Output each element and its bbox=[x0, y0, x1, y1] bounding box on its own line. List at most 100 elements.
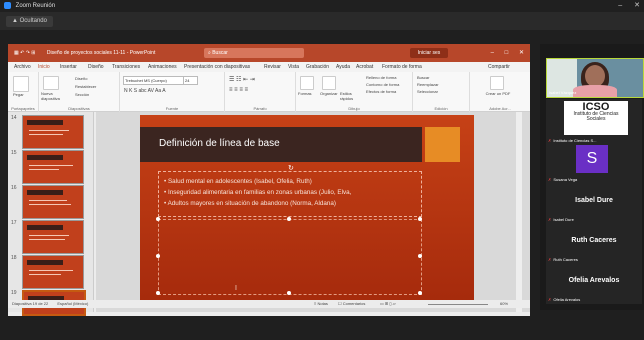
ppt-status-bar: Diapositiva 19 de 22 Español (México) ≡ … bbox=[8, 300, 530, 308]
slide-thumbnail-pane: 14 15 16 17 18 19 bbox=[8, 112, 94, 316]
resize-handle[interactable] bbox=[156, 217, 160, 221]
resize-handle[interactable] bbox=[418, 291, 422, 295]
tab-archivo[interactable]: Archivo bbox=[14, 62, 31, 72]
muted-mic-icon: ✗ bbox=[548, 217, 552, 222]
thumb-number: 14 bbox=[11, 115, 17, 121]
list-buttons[interactable]: ☰ ☷ ⇤ ⇥ bbox=[229, 76, 255, 83]
paste-icon[interactable] bbox=[13, 76, 29, 92]
tab-compartir[interactable]: Compartir bbox=[488, 62, 510, 72]
tab-insertar[interactable]: Insertar bbox=[60, 62, 77, 72]
tab-presentacion[interactable]: Presentación con diapositivas bbox=[184, 62, 250, 72]
tab-acrobat[interactable]: Acrobat bbox=[356, 62, 373, 72]
slide-title-box[interactable]: Definición de línea de base bbox=[140, 127, 422, 162]
vertical-scrollbar[interactable] bbox=[516, 112, 522, 312]
minimize-button[interactable]: – bbox=[618, 2, 622, 9]
font-size-select[interactable]: 24 bbox=[183, 76, 198, 85]
participant-video-tile[interactable]: Isabel Vázquez bbox=[546, 58, 644, 98]
find-button[interactable]: Buscar bbox=[417, 75, 429, 80]
participant-tile[interactable]: Ofelia Arevalos ✗ Ofelia Arevalos bbox=[546, 264, 642, 304]
shapes-label[interactable]: Formas bbox=[298, 91, 312, 96]
new-slide-label[interactable]: Nueva diapositiva bbox=[41, 91, 69, 101]
section-button[interactable]: Sección bbox=[75, 92, 89, 97]
participant-panel: Isabel Vázquez ICSO Instituto de Ciencias… bbox=[540, 44, 644, 310]
participant-nametag: ✗ Ruth Caceres bbox=[548, 257, 578, 262]
ppt-close-icon[interactable]: ✕ bbox=[519, 50, 524, 56]
current-slide[interactable]: Definición de línea de base ↻ • Salud me… bbox=[140, 115, 474, 305]
tab-formato-forma[interactable]: Formato de forma bbox=[382, 62, 422, 72]
create-pdf-label[interactable]: Crear un PDF bbox=[484, 91, 512, 96]
outline-button[interactable]: Contorno de forma bbox=[366, 82, 399, 87]
selected-shape-outline[interactable] bbox=[158, 219, 422, 295]
group-label-paragraph: Párrafo bbox=[253, 106, 267, 111]
font-format-buttons[interactable]: N K S abc AV Aa A bbox=[124, 88, 166, 94]
sharing-status-pill[interactable]: ▲ Ocultando bbox=[6, 16, 53, 27]
group-label-acrobat: Adobe Acr... bbox=[489, 106, 511, 111]
sharing-label: Ocultando bbox=[19, 18, 47, 24]
bullet-text: Adultos mayores en situación de abandono… bbox=[167, 200, 336, 207]
slide-thumbnail[interactable] bbox=[22, 150, 84, 184]
thumb-number: 18 bbox=[11, 255, 17, 261]
select-button[interactable]: Seleccionar bbox=[417, 89, 438, 94]
quick-styles-label[interactable]: Estilos rápidos bbox=[340, 91, 360, 101]
slide-thumbnail[interactable] bbox=[22, 220, 84, 254]
slide-canvas: Definición de línea de base ↻ • Salud me… bbox=[96, 112, 530, 312]
slide-thumbnail[interactable] bbox=[22, 115, 84, 149]
slide-thumbnail[interactable] bbox=[22, 185, 84, 219]
quick-access-icons[interactable]: ▦ ↶ ↷ ⊞ bbox=[14, 50, 35, 56]
group-editing: Buscar Reemplazar Seleccionar Edición bbox=[413, 72, 470, 112]
thumb-number: 15 bbox=[11, 150, 17, 156]
ribbon: Pegar Portapapeles Nueva diapositiva Dis… bbox=[8, 72, 530, 112]
layout-button[interactable]: Diseño bbox=[75, 76, 87, 81]
shapes-icon[interactable] bbox=[300, 76, 314, 90]
resize-handle[interactable] bbox=[156, 254, 160, 258]
language-indicator[interactable]: Español (México) bbox=[57, 301, 88, 306]
new-slide-icon[interactable] bbox=[43, 76, 59, 90]
participant-nametag: ✗ Instituto de Ciencias S... bbox=[548, 138, 597, 143]
arrange-label[interactable]: Organizar bbox=[320, 91, 338, 96]
reset-button[interactable]: Restablecer bbox=[75, 84, 96, 89]
ppt-search-box[interactable]: ⌕ Buscar bbox=[204, 48, 304, 58]
close-button[interactable]: ✕ bbox=[634, 2, 640, 9]
resize-handle[interactable] bbox=[418, 217, 422, 221]
bullet-item: • Salud mental en adolescentes (Isabel, … bbox=[164, 178, 312, 185]
align-buttons[interactable]: ≡ ≡ ≡ ≡ bbox=[229, 87, 248, 93]
fill-button[interactable]: Relleno de forma bbox=[366, 75, 396, 80]
thumb-number: 16 bbox=[11, 185, 17, 191]
tab-grabacion[interactable]: Grabación bbox=[306, 62, 329, 72]
participant-tile[interactable]: Ruth Caceres ✗ Ruth Caceres bbox=[546, 224, 642, 264]
icso-logo: ICSO Instituto de Ciencias Sociales bbox=[564, 101, 628, 135]
pdf-icon[interactable] bbox=[490, 76, 504, 90]
zoom-logo-icon bbox=[4, 2, 11, 9]
effects-button[interactable]: Efectos de forma bbox=[366, 89, 396, 94]
participant-name: Isabel Vázquez bbox=[549, 90, 577, 95]
tab-diseno[interactable]: Diseño bbox=[88, 62, 104, 72]
resize-handle[interactable] bbox=[156, 291, 160, 295]
ppt-user-button[interactable]: Iniciar ses bbox=[410, 48, 448, 58]
tab-animaciones[interactable]: Animaciones bbox=[148, 62, 177, 72]
group-label-editing: Edición bbox=[434, 106, 448, 111]
resize-handle[interactable] bbox=[287, 217, 291, 221]
ppt-maximize-icon[interactable]: □ bbox=[505, 50, 509, 56]
font-name-select[interactable]: Trebuchet MS (Cuerpo) bbox=[123, 76, 184, 85]
notes-button[interactable]: ≡ Notas bbox=[314, 300, 328, 308]
slide-thumbnail[interactable] bbox=[22, 255, 84, 289]
tab-vista[interactable]: Vista bbox=[288, 62, 299, 72]
participant-tile[interactable]: ICSO Instituto de Ciencias Sociales ✗ Inst… bbox=[546, 99, 642, 145]
resize-handle[interactable] bbox=[287, 291, 291, 295]
arrange-icon[interactable] bbox=[322, 76, 336, 90]
zoom-slider[interactable] bbox=[428, 304, 488, 305]
participant-tile[interactable]: S ✗ Susana Vega bbox=[546, 144, 642, 184]
tab-ayuda[interactable]: Ayuda bbox=[336, 62, 350, 72]
tab-revisar[interactable]: Revisar bbox=[264, 62, 281, 72]
resize-handle[interactable] bbox=[418, 254, 422, 258]
zoom-level[interactable]: 60% bbox=[500, 300, 508, 308]
ppt-minimize-icon[interactable]: – bbox=[491, 50, 494, 56]
tab-transiciones[interactable]: Transiciones bbox=[112, 62, 140, 72]
group-acrobat: Crear un PDF Adobe Acr... bbox=[470, 72, 530, 112]
view-buttons[interactable]: ▭ ⊞ ▯ ▱ bbox=[380, 300, 396, 308]
group-slides: Nueva diapositiva Diseño Restablecer Sec… bbox=[39, 72, 120, 112]
thumb-number: 17 bbox=[11, 220, 17, 226]
replace-button[interactable]: Reemplazar bbox=[417, 82, 439, 87]
participant-tile[interactable]: Isabel Dure ✗ Isabel Dure bbox=[546, 184, 642, 224]
comments-button[interactable]: ☐ Comentarios bbox=[338, 300, 365, 308]
